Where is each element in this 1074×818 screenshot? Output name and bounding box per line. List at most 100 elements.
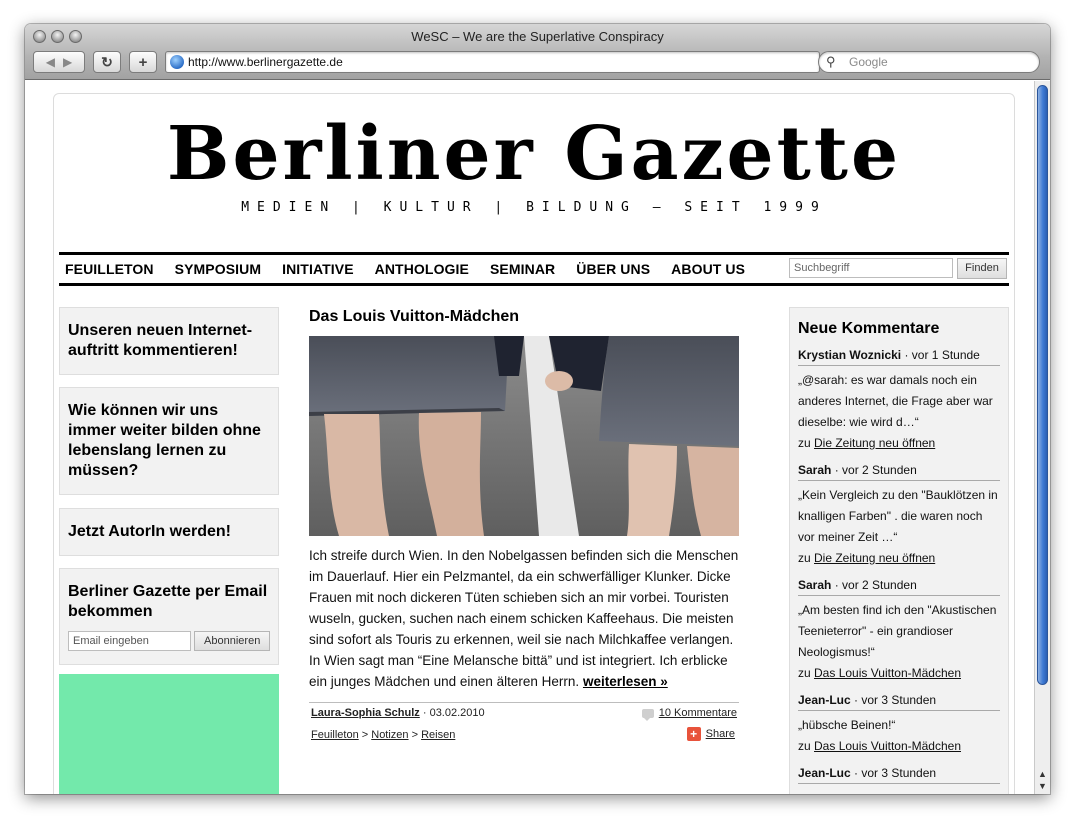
site-search-input[interactable]: Suchbegriff <box>789 258 953 278</box>
comment-time: · vor 1 Stunde <box>901 348 980 362</box>
reload-icon: ↻ <box>101 53 113 70</box>
forward-arrow-icon[interactable]: ▶ <box>63 55 72 69</box>
comment-target-prefix: zu <box>798 436 815 450</box>
article-photo[interactable] <box>309 336 739 536</box>
recent-comments-title: Neue Kommentare <box>798 320 940 337</box>
article-title[interactable]: Das Louis Vuitton-Mädchen <box>309 308 739 326</box>
article-photo-graphic <box>309 336 739 536</box>
comment-author: Krystian Woznicki <box>798 348 902 362</box>
plus-icon: + <box>138 53 148 71</box>
article-date: · 03.02.2010 <box>419 707 485 719</box>
add-bookmark-button[interactable]: + <box>129 51 157 73</box>
comment-target-link[interactable]: Das Louis Vuitton-Mädchen <box>814 739 961 753</box>
comment-author: Jean-Luc <box>798 766 851 780</box>
share-link[interactable]: Share <box>706 728 735 740</box>
breadcrumb-separator: > <box>408 729 422 741</box>
comment-target-prefix: zu <box>798 666 815 680</box>
nav-item-feuilleton[interactable]: FEUILLETON <box>65 261 154 277</box>
sidebar-box-bilden[interactable]: Wie können wir uns immer weiter bilden o… <box>59 387 279 495</box>
comment-target: zu Die Zeitung neu öffnen <box>798 548 1000 568</box>
author-date: Laura-Sophia Schulz · 03.02.2010 <box>311 707 485 719</box>
author-link[interactable]: Laura-Sophia Schulz <box>311 707 420 719</box>
article-meta: Laura-Sophia Schulz · 03.02.2010 10 Komm… <box>309 702 739 746</box>
category-feuilleton[interactable]: Feuilleton <box>311 729 359 741</box>
back-arrow-icon[interactable]: ◀ <box>46 55 55 69</box>
address-bar[interactable]: http://www.berlinergazette.de <box>165 51 820 73</box>
browser-toolbar: WeSC – We are the Superlative Conspiracy… <box>25 24 1050 80</box>
browser-window: WeSC – We are the Superlative Conspiracy… <box>25 24 1050 794</box>
scrollbar-thumb[interactable] <box>1037 85 1048 685</box>
nav-item-ueber-uns[interactable]: ÜBER UNS <box>576 261 650 277</box>
site-tagline: MEDIEN | KULTUR | BILDUNG – SEIT 1999 <box>241 200 827 215</box>
category-notizen[interactable]: Notizen <box>371 729 408 741</box>
comment-target: zu Das Louis Vuitton-Mädchen <box>798 663 1000 683</box>
nav-item-anthologie[interactable]: ANTHOLOGIE <box>375 261 469 277</box>
nav-item-about-us[interactable]: ABOUT US <box>671 261 745 277</box>
page-container: Berliner Gazette MEDIEN | KULTUR | BILDU… <box>53 93 1015 794</box>
comment-target: zu Die Zeitung neu öffnen <box>798 433 1000 453</box>
sidebar-box-comment-text[interactable]: Unseren neuen Internet-auftritt kommenti… <box>68 321 270 361</box>
comment-text: „Am besten find ich den "Akustischen Tee… <box>798 603 997 659</box>
newsletter-form: Email eingeben Abonnieren <box>68 631 270 651</box>
comment-header: Jean-Luc · vor 3 Stunden <box>798 693 1000 711</box>
sidebar-box-autorin[interactable]: Jetzt AutorIn werden! <box>59 508 279 556</box>
read-more-link[interactable]: weiterlesen » <box>583 674 668 689</box>
comment-item: Sarah · vor 2 Stunden „Kein Vergleich zu… <box>798 463 1000 568</box>
nav-menu: FEUILLETON SYMPOSIUM INITIATIVE ANTHOLOG… <box>65 261 766 277</box>
comment-target-link[interactable]: Die Zeitung neu öffnen <box>814 551 935 565</box>
share-plus-icon[interactable]: + <box>686 727 701 741</box>
sidebar-box-bilden-text[interactable]: Wie können wir uns immer weiter bilden o… <box>68 401 270 481</box>
sidebar-box-autorin-text[interactable]: Jetzt AutorIn werden! <box>68 522 270 542</box>
category-reisen[interactable]: Reisen <box>421 729 455 741</box>
search-icon[interactable]: ⚲ <box>826 54 836 70</box>
newsletter-title: Berliner Gazette per Email bekommen <box>68 583 268 620</box>
nav-item-seminar[interactable]: SEMINAR <box>490 261 555 277</box>
globe-icon <box>170 55 184 69</box>
comment-author: Sarah <box>798 578 832 592</box>
site-search-button[interactable]: Finden <box>957 258 1007 279</box>
site-logo[interactable]: Berliner Gazette <box>54 112 1014 196</box>
breadcrumb-separator: > <box>358 729 372 741</box>
comment-time: · vor 3 Stunden <box>850 693 937 707</box>
comments-link[interactable]: 10 Kommentare <box>659 707 737 719</box>
comments-count[interactable]: 10 Kommentare <box>641 707 737 721</box>
comment-header: Krystian Woznicki · vor 1 Stunde <box>798 348 1000 366</box>
back-forward-buttons[interactable]: ◀ ▶ <box>33 51 85 73</box>
comment-target-link[interactable]: Das Louis Vuitton-Mädchen <box>814 666 961 680</box>
sidebar-box-comment[interactable]: Unseren neuen Internet-auftritt kommenti… <box>59 307 279 375</box>
category-breadcrumb: Feuilleton > Notizen > Reisen <box>311 729 455 741</box>
browser-search-field[interactable]: ⚲ Google <box>818 51 1040 73</box>
scroll-up-arrow-icon[interactable]: ▲ <box>1038 769 1047 779</box>
reload-button[interactable]: ↻ <box>93 51 121 73</box>
comment-item: Jean-Luc · vor 3 Stunden „hübsche Beinen… <box>798 693 1000 756</box>
url-text[interactable]: http://www.berlinergazette.de <box>188 55 343 69</box>
email-input[interactable]: Email eingeben <box>68 631 192 651</box>
recent-comments-box: Neue Kommentare Krystian Woznicki · vor … <box>789 307 1009 794</box>
comment-target: zu Das Louis Vuitton-Mädchen <box>798 736 1000 756</box>
comment-header: Sarah · vor 2 Stunden <box>798 578 1000 596</box>
comment-text: „Kein Vergleich zu den "Bauklötzen in kn… <box>798 488 998 544</box>
masthead: Berliner Gazette MEDIEN | KULTUR | BILDU… <box>54 112 1014 215</box>
sidebar-box-newsletter: Berliner Gazette per Email bekommen Emai… <box>59 568 279 665</box>
comment-header: Sarah · vor 2 Stunden <box>798 463 1000 481</box>
comment-target-prefix: zu <box>798 739 815 753</box>
scroll-down-arrow-icon[interactable]: ▼ <box>1038 781 1047 791</box>
comment-time: · vor 2 Stunden <box>831 578 917 592</box>
comment-target-link[interactable]: Die Zeitung neu öffnen <box>814 436 935 450</box>
subscribe-button[interactable]: Abonnieren <box>194 631 270 651</box>
article-excerpt: Ich streife durch Wien. In den Nobelgass… <box>309 545 739 692</box>
comment-target-prefix: zu <box>798 551 815 565</box>
window-title: WeSC – We are the Superlative Conspiracy <box>411 29 664 44</box>
comment-text: „@sarah: es war damals noch ein anderes … <box>798 373 993 429</box>
comment-item: Krystian Woznicki · vor 1 Stunde „@sarah… <box>798 348 1000 453</box>
nav-item-initiative[interactable]: INITIATIVE <box>282 261 354 277</box>
comment-header: Jean-Luc · vor 3 Stunden <box>798 766 1000 784</box>
comment-item: Sarah · vor 2 Stunden „Am besten find ic… <box>798 578 1000 683</box>
main-navigation: FEUILLETON SYMPOSIUM INITIATIVE ANTHOLOG… <box>59 252 1009 286</box>
share-control[interactable]: + Share <box>686 727 735 741</box>
nav-item-symposium[interactable]: SYMPOSIUM <box>175 261 261 277</box>
vertical-scrollbar[interactable]: ▲ ▼ <box>1034 81 1050 794</box>
web-content: Berliner Gazette MEDIEN | KULTUR | BILDU… <box>25 81 1034 794</box>
green-banner[interactable] <box>59 674 279 794</box>
comment-text: „hübsche Beinen!“ <box>798 718 896 732</box>
